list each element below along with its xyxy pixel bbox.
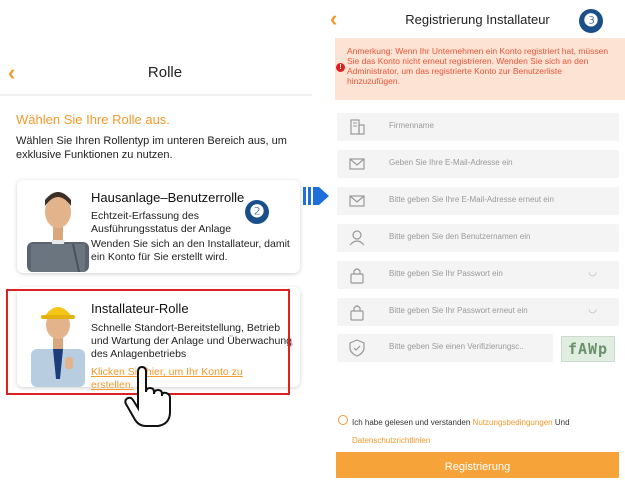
captcha-image[interactable]: fAWp — [561, 336, 615, 362]
mail-icon — [349, 195, 365, 207]
role-text: Wenden Sie sich an den Installateur, dam… — [91, 238, 290, 263]
home-user-avatar — [27, 192, 89, 272]
role-description: Wählen Sie Ihren Rollentyp im unteren Be… — [16, 135, 287, 161]
agree-and: Und — [554, 418, 570, 427]
field-placeholder: Bitte geben Sie den Benutzernamen ein — [389, 232, 531, 241]
divider — [0, 94, 312, 96]
field-placeholder: Bitte geben Sie einen Verifizierungsc.. — [389, 342, 524, 351]
building-icon — [350, 119, 365, 135]
email-field[interactable]: Geben Sie Ihre E-Mail-Adresse ein — [337, 150, 619, 178]
agreement-text: Ich habe gelesen und verstanden Nutzungs… — [352, 414, 622, 450]
notice-text: Anmerkung: Wenn Ihr Unternehmen ein Kont… — [347, 46, 609, 86]
company-name-field[interactable]: Firmenname — [337, 113, 619, 141]
field-placeholder: Geben Sie Ihre E-Mail-Adresse ein — [389, 158, 513, 167]
role-text: Echtzeit-Erfassung des Ausführungsstatus… — [91, 210, 232, 235]
terms-link[interactable]: Nutzungsbedingungen — [473, 418, 553, 427]
field-placeholder: Firmenname — [389, 121, 434, 130]
arrow-right-icon — [303, 187, 329, 205]
field-placeholder: Bitte geben Sie Ihr Passwort ein — [389, 269, 503, 278]
username-field[interactable]: Bitte geben Sie den Benutzernamen ein — [337, 224, 619, 252]
eye-closed-icon[interactable]: ◡ — [588, 267, 597, 278]
role-card-home-user[interactable]: Hausanlage–Benutzerrolle Echtzeit-Erfass… — [17, 180, 300, 273]
shield-icon — [349, 339, 365, 357]
role-title: Hausanlage–Benutzerrolle — [91, 190, 245, 205]
mail-icon — [349, 158, 365, 170]
alert-icon: ! — [336, 63, 345, 72]
user-icon — [349, 230, 365, 246]
eye-closed-icon[interactable]: ◡ — [588, 304, 597, 315]
step-badge-3: ❸ — [579, 9, 603, 33]
email-confirm-field[interactable]: Bitte geben Sie Ihre E-Mail-Adresse erne… — [337, 187, 619, 215]
register-button[interactable]: Registrierung — [336, 452, 619, 478]
agree-prefix: Ich habe gelesen und verstanden — [352, 418, 471, 427]
field-placeholder: Bitte geben Sie Ihre E-Mail-Adresse erne… — [389, 195, 554, 204]
field-placeholder: Bitte geben Sie Ihr Passwort erneut ein — [389, 306, 528, 315]
role-heading: Wählen Sie Ihre Rolle aus. — [16, 112, 170, 127]
lock-icon — [350, 305, 364, 321]
lock-icon — [350, 268, 364, 284]
agree-radio[interactable] — [338, 415, 348, 425]
password-field[interactable]: Bitte geben Sie Ihr Passwort ein ◡ — [337, 261, 619, 289]
privacy-link[interactable]: Datenschutzrichtlinien — [352, 436, 430, 445]
page-title: Rolle — [147, 64, 183, 81]
hand-pointer-icon — [124, 366, 171, 427]
step-badge-2: ❷ — [245, 200, 269, 224]
password-confirm-field[interactable]: Bitte geben Sie Ihr Passwort erneut ein … — [337, 298, 619, 326]
verification-code-field[interactable]: Bitte geben Sie einen Verifizierungsc.. — [337, 334, 553, 362]
